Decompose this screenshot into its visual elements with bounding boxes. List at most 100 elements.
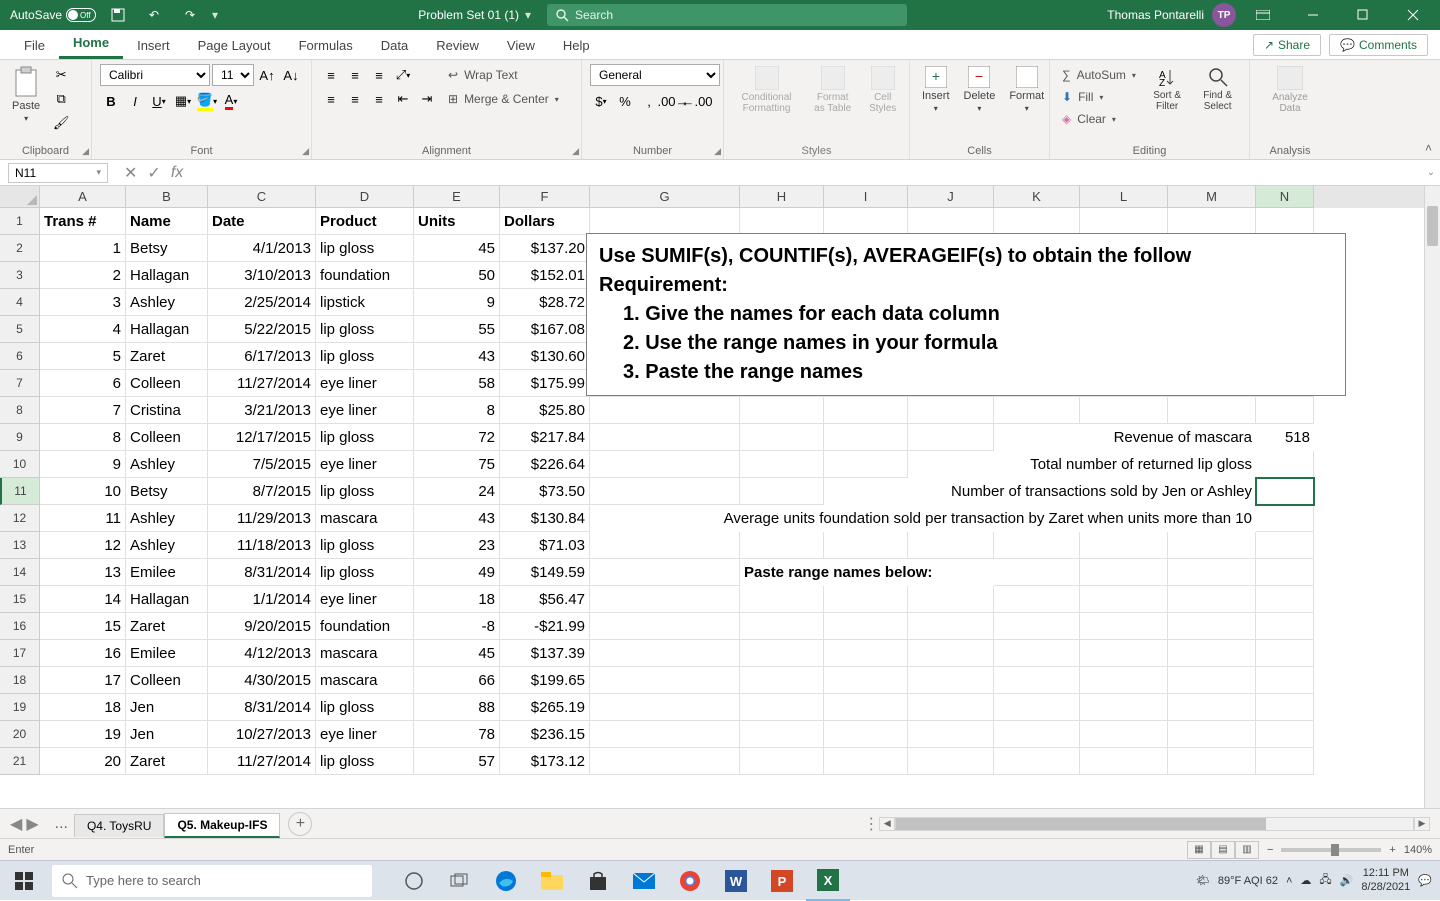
align-top-icon[interactable]: ≡ xyxy=(320,64,342,86)
cell[interactable] xyxy=(590,748,740,775)
autosum-button[interactable]: ∑AutoSum▾ xyxy=(1058,64,1140,86)
cell[interactable]: 8/31/2014 xyxy=(208,694,316,721)
cell[interactable] xyxy=(1256,478,1314,505)
find-select-button[interactable]: Find & Select xyxy=(1194,64,1241,114)
cell[interactable]: 88 xyxy=(414,694,500,721)
grow-font-icon[interactable]: A↑ xyxy=(256,64,278,86)
cell[interactable]: 3/21/2013 xyxy=(208,397,316,424)
row-header-19[interactable]: 19 xyxy=(0,694,40,721)
view-normal-icon[interactable]: ▦ xyxy=(1187,841,1211,859)
cell[interactable] xyxy=(908,451,994,478)
cell[interactable] xyxy=(824,559,908,586)
store-icon[interactable] xyxy=(576,861,620,901)
cell[interactable] xyxy=(1168,532,1256,559)
notifications-icon[interactable]: 💬 xyxy=(1418,874,1432,887)
row-header-9[interactable]: 9 xyxy=(0,424,40,451)
row-header-10[interactable]: 10 xyxy=(0,451,40,478)
cell[interactable] xyxy=(740,478,824,505)
analyze-data-button[interactable]: Analyze Data xyxy=(1258,64,1322,116)
alignment-dialog-launcher-icon[interactable]: ◢ xyxy=(572,146,579,157)
cell[interactable] xyxy=(908,640,994,667)
orientation-icon[interactable]: ⤢▾ xyxy=(392,64,414,86)
cell[interactable] xyxy=(1256,451,1314,478)
cell[interactable]: $149.59 xyxy=(500,559,590,586)
cell[interactable]: 11/27/2014 xyxy=(208,748,316,775)
horizontal-scrollbar[interactable]: ◀ ▶ xyxy=(879,817,1430,831)
cell[interactable] xyxy=(590,586,740,613)
cell[interactable] xyxy=(994,478,1080,505)
cell[interactable]: $265.19 xyxy=(500,694,590,721)
cell[interactable] xyxy=(908,532,994,559)
column-header-I[interactable]: I xyxy=(824,186,908,208)
column-header-F[interactable]: F xyxy=(500,186,590,208)
cell[interactable]: 23 xyxy=(414,532,500,559)
cell[interactable]: Emilee xyxy=(126,559,208,586)
cell[interactable] xyxy=(590,613,740,640)
sheet-nav-next-icon[interactable]: ▶ xyxy=(26,814,38,834)
cell[interactable]: -$21.99 xyxy=(500,613,590,640)
cell[interactable]: lipstick xyxy=(316,289,414,316)
cell[interactable] xyxy=(824,667,908,694)
cell[interactable]: lip gloss xyxy=(316,694,414,721)
cell[interactable]: 11/29/2013 xyxy=(208,505,316,532)
cell[interactable]: 5/22/2015 xyxy=(208,316,316,343)
cell[interactable]: 11 xyxy=(40,505,126,532)
cell[interactable] xyxy=(824,694,908,721)
cell[interactable] xyxy=(908,478,994,505)
cell[interactable]: Zaret xyxy=(126,748,208,775)
cell[interactable] xyxy=(590,451,740,478)
sort-filter-button[interactable]: AZSort & Filter xyxy=(1146,64,1188,114)
cell[interactable]: 43 xyxy=(414,343,500,370)
cell[interactable]: Jen xyxy=(126,721,208,748)
cell[interactable]: 45 xyxy=(414,235,500,262)
paste-button[interactable]: Paste ▾ xyxy=(8,64,44,125)
percent-icon[interactable]: % xyxy=(614,90,636,112)
column-header-D[interactable]: D xyxy=(316,186,414,208)
comments-button[interactable]: 💬Comments xyxy=(1329,34,1428,56)
cell[interactable] xyxy=(590,721,740,748)
cell[interactable]: lip gloss xyxy=(316,559,414,586)
cell[interactable] xyxy=(824,586,908,613)
cell[interactable] xyxy=(994,532,1080,559)
cell[interactable]: Dollars xyxy=(500,208,590,235)
cell[interactable]: eye liner xyxy=(316,451,414,478)
column-header-B[interactable]: B xyxy=(126,186,208,208)
enter-formula-icon[interactable]: ✓ xyxy=(147,163,160,183)
cell[interactable] xyxy=(824,532,908,559)
tab-view[interactable]: View xyxy=(493,32,549,59)
cancel-formula-icon[interactable]: ✕ xyxy=(124,163,137,183)
delete-cells-button[interactable]: −Delete▾ xyxy=(960,64,1000,115)
cell[interactable] xyxy=(1168,478,1256,505)
cell[interactable]: $56.47 xyxy=(500,586,590,613)
cell[interactable] xyxy=(1256,694,1314,721)
column-header-L[interactable]: L xyxy=(1080,186,1168,208)
cell[interactable] xyxy=(994,424,1080,451)
align-middle-icon[interactable]: ≡ xyxy=(344,64,366,86)
cell[interactable]: Date xyxy=(208,208,316,235)
cell[interactable]: Name xyxy=(126,208,208,235)
row-header-6[interactable]: 6 xyxy=(0,343,40,370)
cell[interactable]: lip gloss xyxy=(316,532,414,559)
cell[interactable]: 57 xyxy=(414,748,500,775)
fill-button[interactable]: ⬇Fill▾ xyxy=(1058,86,1140,108)
cell[interactable]: $226.64 xyxy=(500,451,590,478)
tab-data[interactable]: Data xyxy=(367,32,422,59)
vertical-scrollbar[interactable] xyxy=(1424,186,1440,808)
cell[interactable]: lip gloss xyxy=(316,424,414,451)
cell-styles-button[interactable]: Cell Styles xyxy=(864,64,901,116)
cell[interactable]: 6/17/2013 xyxy=(208,343,316,370)
weather-widget[interactable]: 89°F AQI 62 xyxy=(1218,875,1278,887)
column-header-C[interactable]: C xyxy=(208,186,316,208)
cell[interactable]: Betsy xyxy=(126,478,208,505)
row-header-1[interactable]: 1 xyxy=(0,208,40,235)
cell[interactable] xyxy=(908,721,994,748)
cell[interactable] xyxy=(1080,748,1168,775)
column-header-G[interactable]: G xyxy=(590,186,740,208)
column-header-K[interactable]: K xyxy=(994,186,1080,208)
select-all-corner[interactable] xyxy=(0,186,40,208)
cell[interactable]: -8 xyxy=(414,613,500,640)
cell[interactable] xyxy=(1168,721,1256,748)
cell[interactable] xyxy=(1256,586,1314,613)
cell[interactable] xyxy=(908,586,994,613)
cell[interactable] xyxy=(1256,667,1314,694)
